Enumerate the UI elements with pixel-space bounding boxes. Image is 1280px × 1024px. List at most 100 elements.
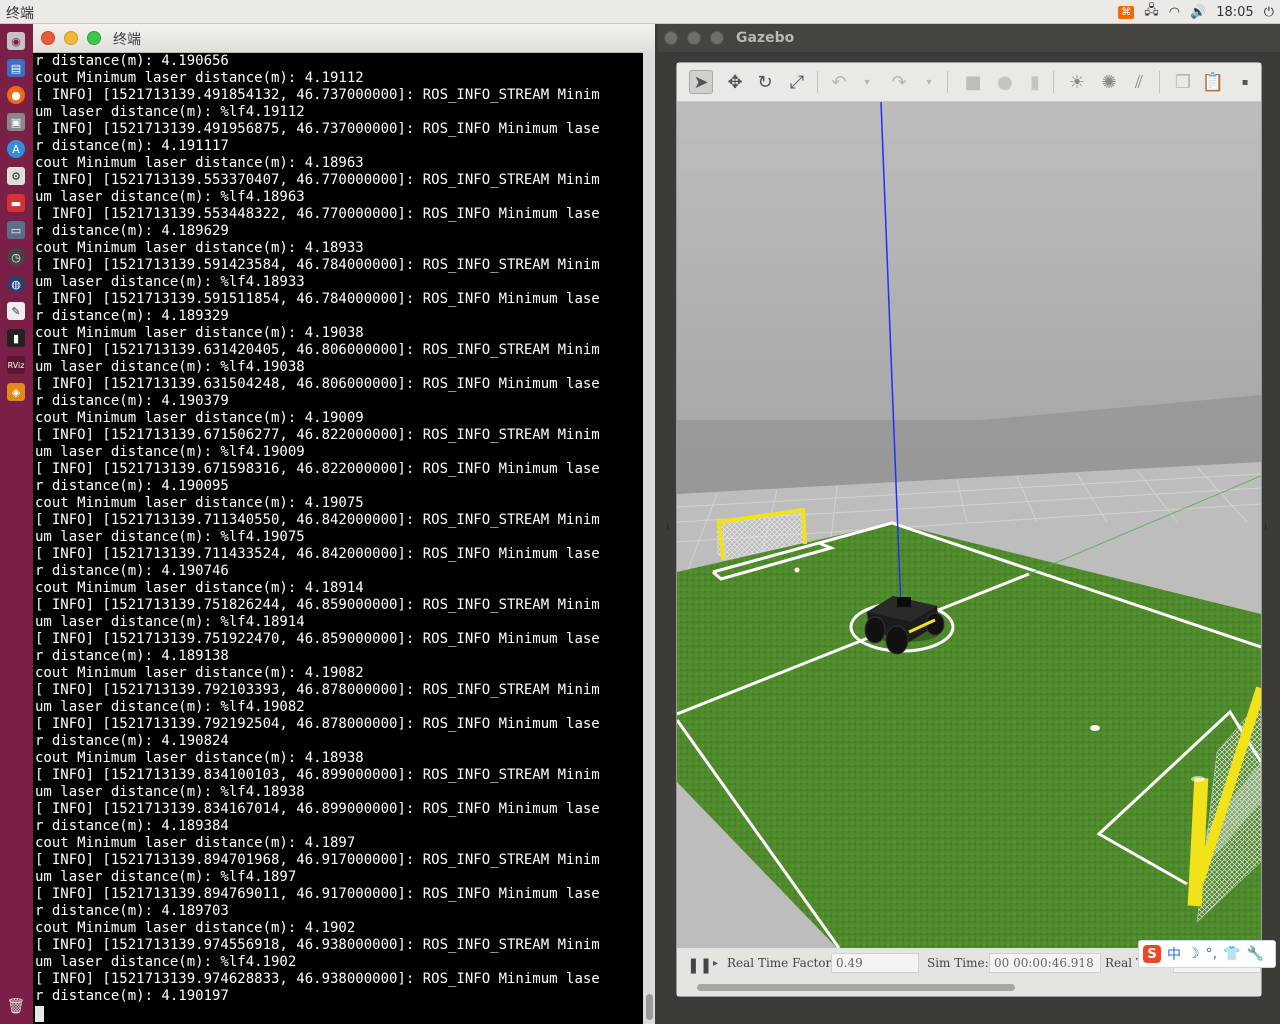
active-app-title: 终端 [6, 6, 34, 22]
terminal-line: r distance(m): 4.190824 [35, 733, 229, 749]
skin-icon[interactable]: 👕 [1223, 946, 1240, 962]
close-icon[interactable] [41, 31, 55, 45]
terminal-title: 终端 [113, 32, 141, 48]
gazebo-main-frame: ➤ ✥ ↻ ⤢ ↶ ▾ ↷ ▾ ■ ● ▮ ☀ ✺ ⫽ ❐ 📋 ▪ ❚❚ ▸ R… [676, 62, 1262, 997]
sogou-logo-icon[interactable]: S [1143, 945, 1161, 963]
spot-light-icon[interactable]: ✺ [1097, 70, 1121, 94]
remote-desktop-icon[interactable]: ▭ [7, 221, 25, 239]
cylinder-shape-icon[interactable]: ▮ [1023, 70, 1047, 94]
terminal-line: cout Minimum laser distance(m): 4.18914 [35, 580, 364, 596]
terminal-line: [ INFO] [1521713139.834100103, 46.899000… [35, 767, 600, 783]
gazebo-title: Gazebo [736, 30, 795, 46]
terminal-line: cout Minimum laser distance(m): 4.18933 [35, 240, 364, 256]
software-center-icon[interactable]: ▣ [7, 113, 25, 131]
terminal-line: um laser distance(m): %lf4.18963 [35, 189, 305, 205]
3d-scene-viewport[interactable] [677, 102, 1261, 948]
terminal-line: r distance(m): 4.190656 [35, 53, 229, 69]
terminal-line: r distance(m): 4.190095 [35, 478, 229, 494]
redo-icon[interactable]: ↷ [887, 70, 911, 94]
terminal-line: r distance(m): 4.190197 [35, 988, 229, 1004]
directional-light-icon[interactable]: ⫽ [1127, 70, 1151, 94]
gazebo-minimize-icon[interactable] [687, 31, 701, 45]
terminal-line: [ INFO] [1521713139.553370407, 46.770000… [35, 172, 600, 188]
terminal-output[interactable]: r distance(m): 4.190656 cout Minimum lase… [33, 52, 643, 1024]
punctuation-icon[interactable]: °, [1206, 946, 1217, 962]
right-panel-grip-icon[interactable]: ⁞ [1264, 522, 1267, 533]
terminal-titlebar[interactable]: 终端 [33, 24, 655, 53]
terminal-line: [ INFO] [1521713139.974628833, 46.938000… [35, 971, 600, 987]
terminal-line: r distance(m): 4.189138 [35, 648, 229, 664]
terminal-line: [ INFO] [1521713139.631420405, 46.806000… [35, 342, 600, 358]
rotate-mode-icon[interactable]: ↻ [753, 70, 777, 94]
minimize-icon[interactable] [64, 31, 78, 45]
penalty-spot-far [794, 567, 800, 573]
terminal-line: um laser distance(m): %lf4.19038 [35, 359, 305, 375]
terminal-icon[interactable]: ▮ [7, 329, 25, 347]
app-icon-red[interactable]: ▬ [7, 194, 25, 212]
terminal-line: cout Minimum laser distance(m): 4.19075 [35, 495, 364, 511]
network-icon[interactable]: 🖧 [1144, 1, 1159, 23]
copy-icon[interactable]: ❐ [1171, 70, 1195, 94]
status-scrollbar[interactable] [697, 984, 1015, 991]
firefox-icon[interactable]: ● [7, 86, 25, 104]
volume-icon[interactable]: 🔊 [1190, 5, 1206, 20]
unity-launcher: ◉ ▤ ● ▣ A ⚙ ▬ ▭ ◷ ◍ ✎ ▮ RViz ◈ 🗑 [0, 24, 33, 1024]
keyboard-indicator[interactable]: ⌘ [1118, 5, 1135, 19]
pause-icon[interactable]: ❚❚ [687, 956, 712, 974]
terminal-line: [ INFO] [1521713139.974556918, 46.938000… [35, 937, 600, 953]
app-store-icon[interactable]: A [7, 140, 25, 158]
translate-mode-icon[interactable]: ✥ [723, 70, 747, 94]
sphere-shape-icon[interactable]: ● [993, 70, 1017, 94]
terminal-window: 终端 r distance(m): 4.190656 cout Minimum l… [33, 24, 655, 1024]
rviz-icon[interactable]: RViz [7, 356, 25, 374]
select-arrow-icon[interactable]: ➤ [689, 70, 713, 94]
ime-mode[interactable]: 中 [1167, 944, 1181, 964]
terminal-line: [ INFO] [1521713139.894769011, 46.917000… [35, 886, 600, 902]
box-shape-icon[interactable]: ■ [961, 70, 985, 94]
undo-dropdown-icon[interactable]: ▾ [855, 70, 879, 94]
point-light-icon[interactable]: ☀ [1065, 70, 1089, 94]
terminal-line: cout Minimum laser distance(m): 4.18938 [35, 750, 364, 766]
terminal-line: [ INFO] [1521713139.894701968, 46.917000… [35, 852, 600, 868]
trash-icon[interactable]: 🗑 [6, 997, 25, 1015]
settings-icon[interactable]: ⚙ [7, 167, 25, 185]
gazebo-toolbar: ➤ ✥ ↻ ⤢ ↶ ▾ ↷ ▾ ■ ● ▮ ☀ ✺ ⫽ ❐ 📋 ▪ [677, 63, 1261, 102]
terminal-scrollbar[interactable] [643, 52, 655, 1024]
redo-dropdown-icon[interactable]: ▾ [917, 70, 941, 94]
paste-icon[interactable]: 📋 [1201, 70, 1225, 94]
power-icon[interactable]: ⏻ [1264, 5, 1274, 20]
toolbar-overflow-icon[interactable]: ▪ [1233, 70, 1257, 94]
terminal-line: cout Minimum laser distance(m): 4.18963 [35, 155, 364, 171]
maximize-icon[interactable] [87, 31, 101, 45]
terminal-line: [ INFO] [1521713139.834167014, 46.899000… [35, 801, 600, 817]
step-icon[interactable]: ▸ [713, 958, 718, 969]
terminal-scrollbar-thumb[interactable] [646, 994, 653, 1020]
files-icon[interactable]: ▤ [7, 59, 25, 77]
terminal-line: cout Minimum laser distance(m): 4.19009 [35, 410, 364, 426]
terminal-line: r distance(m): 4.189329 [35, 308, 229, 324]
gazebo-launcher-icon[interactable]: ◈ [7, 383, 25, 401]
gazebo-titlebar[interactable]: Gazebo [658, 24, 1280, 52]
undo-icon[interactable]: ↶ [827, 70, 851, 94]
gazebo-maximize-icon[interactable] [710, 31, 724, 45]
moon-icon[interactable]: ☽ [1187, 946, 1200, 962]
gazebo-close-icon[interactable] [664, 31, 678, 45]
terminal-line: [ INFO] [1521713139.591423584, 46.784000… [35, 257, 600, 273]
dash-home-icon[interactable]: ◉ [7, 32, 25, 50]
clock[interactable]: 18:05 [1216, 5, 1253, 20]
browser-icon[interactable]: ◍ [7, 275, 25, 293]
gazebo-window: Gazebo ⁞ ⁞ ➤ ✥ ↻ ⤢ ↶ ▾ ↷ ▾ ■ ● ▮ ☀ ✺ ⫽ ❐… [658, 24, 1280, 1024]
terminal-line: cout Minimum laser distance(m): 4.19112 [35, 70, 364, 86]
terminal-line: [ INFO] [1521713139.671506277, 46.822000… [35, 427, 600, 443]
left-panel-grip-icon[interactable]: ⁞ [666, 522, 669, 533]
terminal-line: cout Minimum laser distance(m): 4.1897 [35, 835, 356, 851]
input-method-bar[interactable]: S 中 ☽ °, 👕 🔧 [1138, 940, 1276, 968]
terminal-line: [ INFO] [1521713139.631504248, 46.806000… [35, 376, 600, 392]
wifi-icon[interactable]: ◠ [1169, 5, 1180, 20]
terminal-line: cout Minimum laser distance(m): 4.1902 [35, 920, 356, 936]
editor-icon[interactable]: ✎ [7, 302, 25, 320]
wrench-icon[interactable]: 🔧 [1246, 946, 1263, 962]
scale-mode-icon[interactable]: ⤢ [785, 70, 809, 94]
terminal-line: um laser distance(m): %lf4.1902 [35, 954, 297, 970]
clock-app-icon[interactable]: ◷ [7, 248, 25, 266]
